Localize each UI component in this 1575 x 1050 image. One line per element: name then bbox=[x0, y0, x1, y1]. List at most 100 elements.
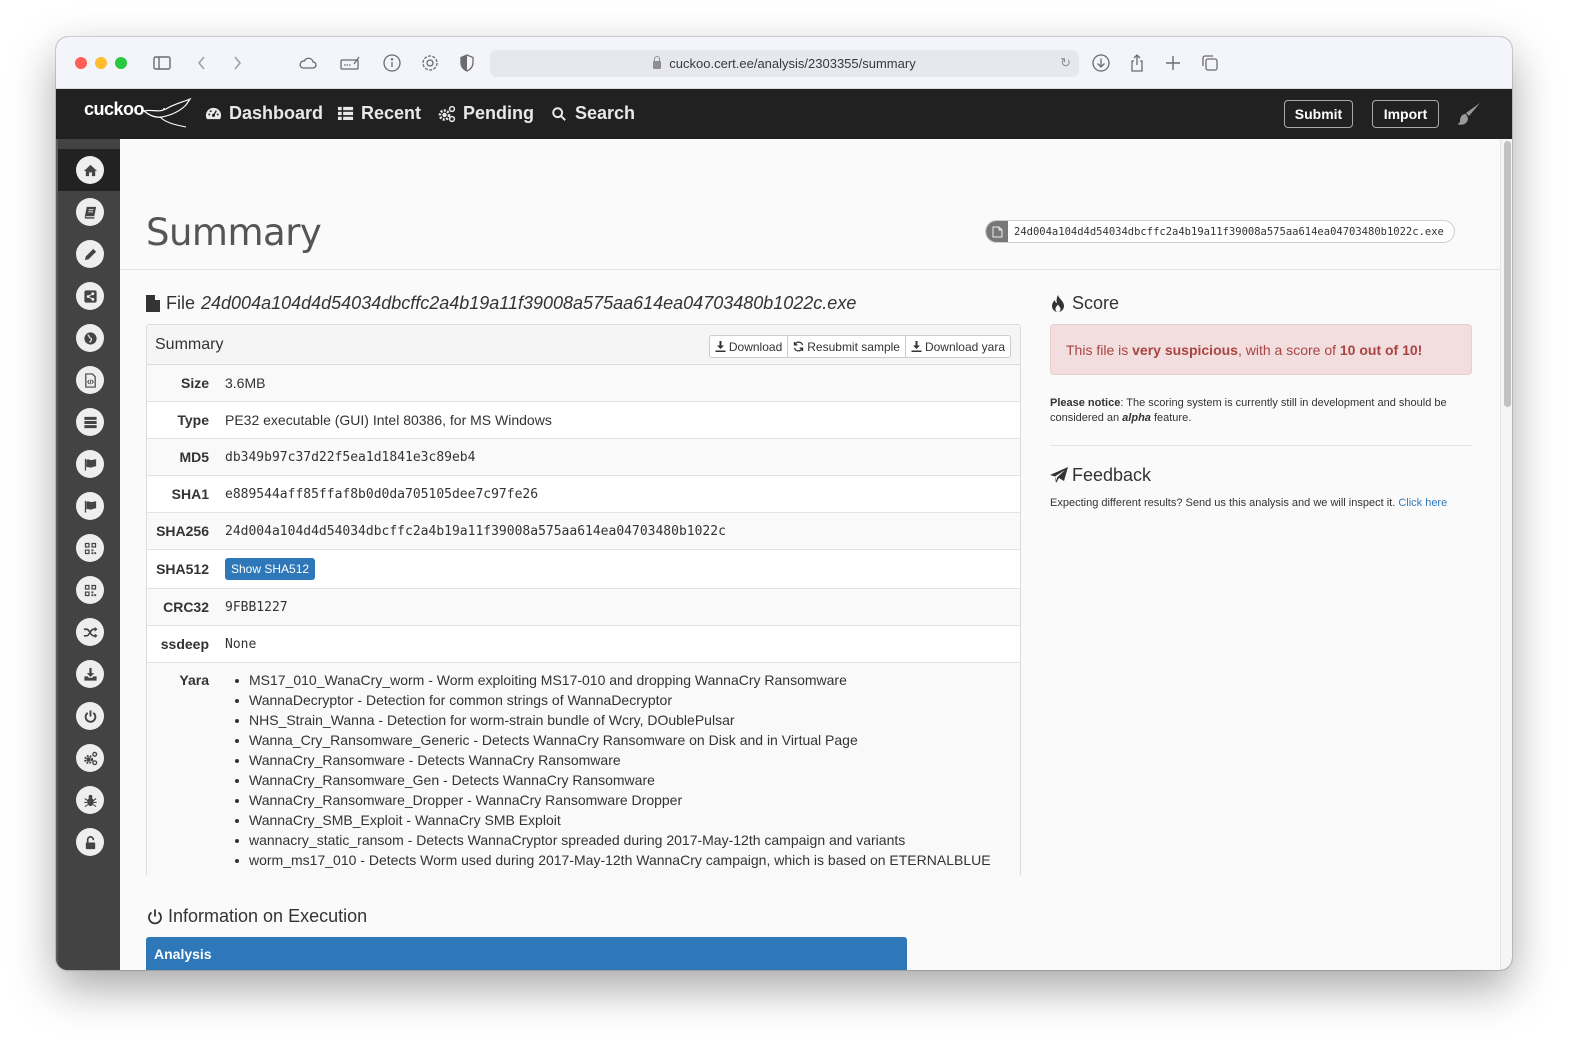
sidebar-item-signatures-circle bbox=[76, 450, 104, 478]
share-icon bbox=[83, 289, 97, 303]
row-yara: Yara MS17_010_WanaCry_worm - Worm exploi… bbox=[147, 663, 1020, 877]
row-ssdeep-key: ssdeep bbox=[160, 636, 209, 652]
sidebar-item-debug-circle bbox=[76, 786, 104, 814]
sidebar-item-compare-circle bbox=[76, 534, 104, 562]
sidebar-item-options[interactable] bbox=[58, 737, 122, 779]
paper-plane-icon bbox=[1050, 467, 1068, 483]
random-icon bbox=[83, 626, 98, 638]
cloud-icon[interactable] bbox=[295, 50, 321, 76]
sidebar-item-compare-2[interactable] bbox=[58, 569, 122, 611]
sidebar-item-extracted[interactable] bbox=[58, 233, 122, 275]
browser-window: cuckoo.cert.ee/analysis/2303355/summary … bbox=[56, 37, 1512, 970]
summary-panel-title: Summary bbox=[155, 335, 224, 353]
top-navbar: cuckoo Dashboard Recent Pending Search S… bbox=[56, 89, 1512, 139]
sidebar-item-network[interactable] bbox=[58, 317, 122, 359]
sidebar-item-home[interactable] bbox=[58, 149, 122, 191]
download-icon[interactable] bbox=[1088, 50, 1114, 76]
nav-pending-label: Pending bbox=[463, 103, 534, 123]
title-divider bbox=[120, 269, 1500, 270]
reload-icon[interactable]: ↻ bbox=[1060, 55, 1071, 71]
scrollbar-thumb[interactable] bbox=[1504, 141, 1511, 407]
maximize-window-button[interactable] bbox=[115, 57, 127, 69]
nav-search-label: Search bbox=[575, 103, 636, 123]
sidebar-item-signatures[interactable] bbox=[58, 443, 122, 485]
gear-icon[interactable] bbox=[417, 50, 443, 76]
new-tab-icon[interactable] bbox=[1160, 50, 1186, 76]
address-bar[interactable]: cuckoo.cert.ee/analysis/2303355/summary … bbox=[490, 50, 1079, 77]
yara-item: Wanna_Cry_Ransomware_Generic - Detects W… bbox=[235, 732, 991, 752]
score-heading-text: Score bbox=[1072, 293, 1120, 313]
notice-alpha: alpha bbox=[1122, 412, 1151, 424]
pencil-icon bbox=[84, 248, 96, 260]
show-sha512-button[interactable]: Show SHA512 bbox=[225, 558, 316, 580]
nav-pending[interactable]: Pending bbox=[438, 103, 534, 124]
nav-recent[interactable]: Recent bbox=[336, 103, 421, 124]
sidebar-item-static[interactable] bbox=[58, 191, 122, 233]
sidebar-item-compare[interactable] bbox=[58, 527, 122, 569]
cogs-icon bbox=[83, 751, 97, 765]
feedback-text: Expecting different results? Send us thi… bbox=[1050, 497, 1447, 509]
resubmit-sample-button[interactable]: Resubmit sample bbox=[788, 336, 906, 357]
power-icon bbox=[84, 709, 96, 723]
row-md5-key: MD5 bbox=[179, 449, 209, 465]
import-button[interactable]: Import bbox=[1372, 100, 1439, 128]
download-button[interactable]: Download bbox=[710, 336, 789, 357]
info-icon[interactable] bbox=[379, 50, 405, 76]
file-info-table: Size 3.6MB Type PE32 executable (GUI) In… bbox=[147, 365, 1020, 877]
sidebar-item-misp[interactable] bbox=[58, 611, 122, 653]
file-heading: File 24d004a104d4d54034dbcffc2a4b19a11f3… bbox=[146, 293, 856, 314]
sidebar-item-process-memory[interactable] bbox=[58, 401, 122, 443]
row-sha1-key: SHA1 bbox=[171, 486, 209, 502]
row-sha256: SHA256 24d004a104d4d54034dbcffc2a4b19a11… bbox=[147, 513, 1020, 550]
score-text-mid: , with a score of bbox=[1237, 341, 1340, 358]
download-yara-button[interactable]: Download yara bbox=[906, 336, 1010, 357]
sidebar-toggle-icon[interactable] bbox=[149, 50, 175, 76]
feedback-description: Expecting different results? Send us thi… bbox=[1050, 497, 1399, 509]
lock-icon bbox=[653, 55, 662, 69]
tabs-overview-icon[interactable] bbox=[1197, 50, 1223, 76]
download-icon bbox=[83, 667, 97, 681]
file-badge-text: 24d004a104d4d54034dbcffc2a4b19a11f39008a… bbox=[1014, 225, 1444, 238]
yara-item: worm_ms17_010 - Detects Worm used during… bbox=[235, 852, 991, 872]
shield-icon[interactable] bbox=[454, 50, 480, 76]
score-text-prefix: This file is bbox=[1066, 341, 1133, 358]
keyboard-sign-icon[interactable] bbox=[337, 50, 363, 76]
paintbrush-icon[interactable] bbox=[1456, 101, 1482, 132]
row-md5: MD5 db349b97c37d22f5ea1d1841e3c89eb4 bbox=[147, 439, 1020, 476]
close-window-button[interactable] bbox=[75, 57, 87, 69]
home-icon bbox=[83, 164, 97, 176]
row-yara-key: Yara bbox=[179, 672, 209, 688]
download-icon bbox=[715, 341, 726, 352]
page-title: Summary bbox=[146, 211, 322, 254]
sidebar-item-reboot[interactable] bbox=[58, 695, 122, 737]
submit-button[interactable]: Submit bbox=[1284, 100, 1353, 128]
sidebar-item-unlock[interactable] bbox=[58, 821, 122, 863]
yara-item: WannaCry_Ransomware_Dropper - WannaCry R… bbox=[235, 792, 991, 812]
yara-item: MS17_010_WanaCry_worm - Worm exploiting … bbox=[235, 672, 991, 692]
sidebar-item-dropped-files[interactable] bbox=[58, 359, 122, 401]
sidebar-item-static-circle bbox=[76, 198, 104, 226]
book-icon bbox=[84, 206, 96, 219]
sidebar-item-debug[interactable] bbox=[58, 779, 122, 821]
forward-icon[interactable] bbox=[224, 50, 250, 76]
sidebar-item-behavior[interactable] bbox=[58, 275, 122, 317]
page-scrollbar[interactable] bbox=[1500, 139, 1512, 970]
back-icon[interactable] bbox=[189, 50, 215, 76]
score-alert: This file is very suspicious, with a sco… bbox=[1050, 324, 1472, 375]
feedback-click-here-link[interactable]: Click here bbox=[1398, 497, 1447, 509]
flag-icon bbox=[84, 458, 96, 471]
fire-icon bbox=[1052, 294, 1064, 312]
share-icon[interactable] bbox=[1124, 50, 1150, 76]
yara-item: WannaCry_Ransomware_Gen - Detects WannaC… bbox=[235, 772, 991, 792]
execution-heading-text: Information on Execution bbox=[168, 906, 368, 926]
sidebar-item-export[interactable] bbox=[58, 653, 122, 695]
nav-dashboard[interactable]: Dashboard bbox=[204, 103, 323, 124]
nav-search[interactable]: Search bbox=[550, 103, 635, 124]
score-notice: Please notice: The scoring system is cur… bbox=[1050, 396, 1470, 426]
row-sha256-value: 24d004a104d4d54034dbcffc2a4b19a11f39008a… bbox=[225, 523, 726, 539]
sidebar-item-signatures-2-circle bbox=[76, 492, 104, 520]
cuckoo-logo[interactable]: cuckoo bbox=[84, 97, 192, 128]
row-sha1-value: e889544aff85ffaf8b0d0da705105dee7c97fe26 bbox=[225, 486, 539, 502]
sidebar-item-signatures-2[interactable] bbox=[58, 485, 122, 527]
minimize-window-button[interactable] bbox=[95, 57, 107, 69]
